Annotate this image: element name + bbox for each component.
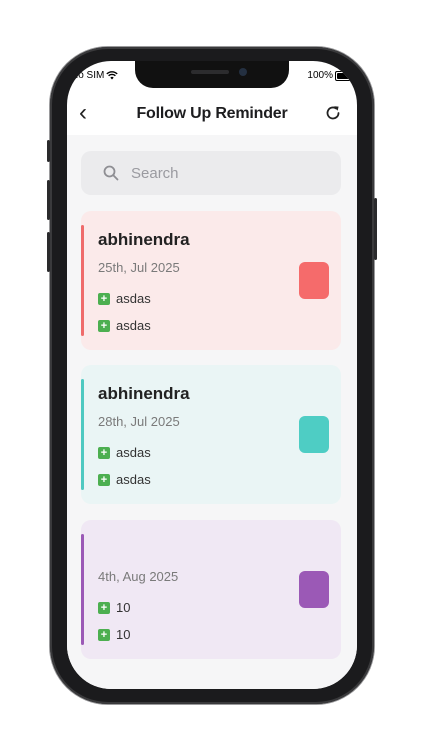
page-title: Follow Up Reminder: [136, 105, 288, 122]
status-left: No SIM: [71, 70, 119, 81]
volume-down-button: [47, 232, 50, 272]
reminder-date: 28th, Jul 2025: [98, 414, 180, 429]
volume-up-button: [47, 180, 50, 220]
main-content: abhinendra 25th, Jul 2025 + asdas + asda…: [67, 135, 357, 689]
reminder-card[interactable]: abhinendra 25th, Jul 2025 + asdas + asda…: [81, 211, 341, 350]
plus-icon: +: [98, 446, 110, 459]
camera-icon: [239, 68, 247, 76]
reminder-card[interactable]: abhinendra 28th, Jul 2025 + asdas + asda…: [81, 365, 341, 504]
reminder-date: 4th, Aug 2025: [98, 569, 179, 584]
card-accent-bar: [81, 534, 84, 645]
battery-percent: 100%: [307, 70, 333, 81]
plus-icon: +: [98, 319, 110, 332]
reminder-item: + asdas: [98, 445, 151, 460]
reminder-item-text: asdas: [116, 318, 151, 333]
mute-switch: [47, 140, 50, 162]
notch: [135, 61, 289, 88]
app-header: ‹ Follow Up Reminder: [67, 95, 357, 133]
refresh-icon[interactable]: [323, 103, 343, 123]
search-bar[interactable]: [81, 151, 341, 195]
reminder-item-text: 10: [116, 627, 131, 642]
reminder-date: 25th, Jul 2025: [98, 260, 180, 275]
reminder-item-text: 10: [116, 600, 131, 615]
plus-icon: +: [98, 601, 110, 614]
battery-icon: [335, 70, 355, 81]
speaker: [191, 70, 229, 74]
plus-icon: +: [98, 628, 110, 641]
color-swatch[interactable]: [299, 571, 329, 608]
reminder-name: abhinendra: [98, 384, 190, 403]
search-icon: [103, 165, 119, 181]
phone-screen: No SIM 100% ‹ Follow Up Reminder Search …: [67, 61, 357, 689]
reminder-item: + asdas: [98, 472, 151, 487]
plus-icon: +: [98, 473, 110, 486]
reminder-name: abhinendra: [98, 230, 190, 249]
reminder-item-text: asdas: [116, 291, 151, 306]
color-swatch[interactable]: [299, 262, 329, 299]
reminder-item-text: asdas: [116, 445, 151, 460]
reminder-item: + asdas: [98, 291, 151, 306]
wifi-icon: [106, 71, 119, 80]
search-input[interactable]: [129, 163, 323, 183]
card-accent-bar: [81, 225, 84, 336]
power-button: [374, 198, 377, 260]
back-chevron-icon[interactable]: ‹: [79, 100, 87, 126]
reminder-item: + 10: [98, 627, 130, 642]
plus-icon: +: [98, 292, 110, 305]
reminder-item: + 10: [98, 600, 130, 615]
carrier-label: No SIM: [71, 70, 105, 81]
status-right: 100%: [307, 70, 355, 81]
color-swatch[interactable]: [299, 416, 329, 453]
reminder-item: + asdas: [98, 318, 151, 333]
reminder-card[interactable]: 4th, Aug 2025 + 10 + 10: [81, 520, 341, 659]
reminder-item-text: asdas: [116, 472, 151, 487]
card-accent-bar: [81, 379, 84, 490]
